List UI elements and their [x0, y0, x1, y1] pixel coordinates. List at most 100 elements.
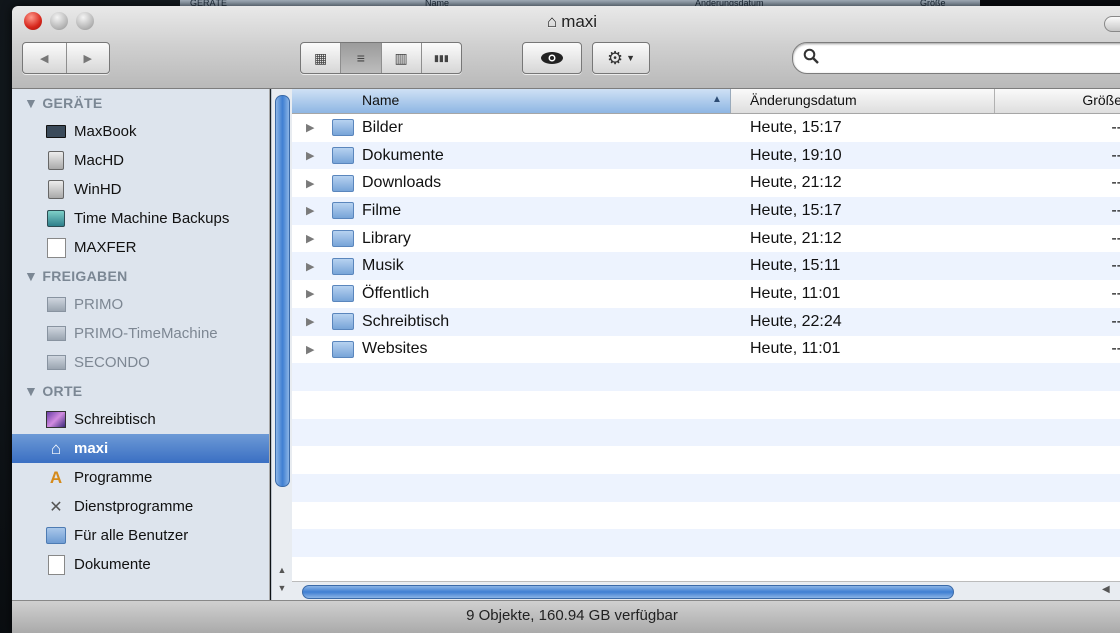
file-size: --	[1111, 118, 1120, 136]
sidebar-item-schreibtisch[interactable]: Schreibtisch	[12, 405, 269, 434]
disclosure-triangle-icon[interactable]: ▶	[306, 315, 314, 328]
table-row[interactable]: ▶ Library Heute, 21:12 --	[292, 225, 1120, 253]
sidebar-item-maxfer[interactable]: MAXFER	[12, 233, 269, 262]
title-bar[interactable]: ⌂ maxi ◀ ▶ ▦ ≡ ▥ ▮▮▮ ⚙ ▼	[12, 6, 1120, 89]
file-name: Öffentlich	[362, 284, 430, 302]
sidebar-item-maxi[interactable]: ⌂ maxi	[12, 434, 269, 463]
sidebar-item-label: WinHD	[74, 181, 122, 198]
view-mode-control: ▦ ≡ ▥ ▮▮▮	[300, 42, 462, 74]
sidebar-item-label: MAXFER	[74, 239, 137, 256]
sidebar-item-label: MaxBook	[74, 123, 137, 140]
column-header-date[interactable]: Änderungsdatum	[750, 92, 857, 108]
empty-row	[292, 557, 1120, 581]
forward-button[interactable]: ▶	[67, 43, 110, 73]
sidebar-item-winhd[interactable]: WinHD	[12, 175, 269, 204]
file-date: Heute, 15:17	[750, 118, 842, 136]
chevron-down-icon: ▼	[626, 53, 636, 63]
file-name: Bilder	[362, 118, 403, 136]
eye-icon	[523, 43, 581, 73]
time-machine-disk-icon	[47, 210, 65, 227]
home-icon: ⌂	[50, 438, 62, 458]
search-field[interactable]	[792, 42, 1120, 74]
file-name: Websites	[362, 340, 428, 358]
column-divider[interactable]	[994, 89, 995, 113]
scroll-down-arrow[interactable]: ▼	[272, 579, 292, 597]
disclosure-triangle-icon[interactable]: ▶	[306, 121, 314, 134]
table-row[interactable]: ▶ Websites Heute, 11:01 --	[292, 336, 1120, 364]
sidebar-item-fuer-alle-benutzer[interactable]: Für alle Benutzer	[12, 521, 269, 550]
sidebar-item-secondo[interactable]: SECONDO	[12, 348, 269, 377]
disclosure-triangle-icon[interactable]: ▶	[306, 177, 314, 190]
sidebar-item-primo-timemachine[interactable]: PRIMO-TimeMachine	[12, 319, 269, 348]
action-menu-button[interactable]: ⚙ ▼	[592, 42, 650, 74]
file-date: Heute, 15:17	[750, 201, 842, 219]
file-name: Musik	[362, 257, 404, 275]
disclosure-triangle-icon[interactable]: ▶	[306, 204, 314, 217]
sidebar-item-machd[interactable]: MacHD	[12, 146, 269, 175]
disclosure-triangle-icon[interactable]: ▶	[306, 232, 314, 245]
folder-icon	[332, 313, 354, 331]
disclosure-triangle-icon[interactable]: ▶	[306, 149, 314, 162]
scroll-left-arrow[interactable]: ◀	[1102, 584, 1120, 595]
folder-icon	[46, 527, 66, 544]
sidebar-item-maxbook[interactable]: MaxBook	[12, 117, 269, 146]
disclosure-triangle-icon[interactable]: ▶	[306, 287, 314, 300]
column-header-size[interactable]: Größe	[1082, 92, 1120, 108]
file-size: --	[1111, 146, 1120, 164]
table-row[interactable]: ▶ Dokumente Heute, 19:10 --	[292, 141, 1120, 170]
empty-row	[292, 391, 1120, 419]
disclosure-triangle-icon[interactable]: ▶	[306, 260, 314, 273]
folder-icon	[332, 202, 354, 220]
table-row[interactable]: ▶ Filme Heute, 15:17 --	[292, 197, 1120, 225]
empty-row	[292, 529, 1120, 557]
table-row[interactable]: ▶ Downloads Heute, 21:12 --	[292, 169, 1120, 197]
table-row[interactable]: ▶ Schreibtisch Heute, 22:24 --	[292, 307, 1120, 336]
table-row[interactable]: ▶ Musik Heute, 15:11 --	[292, 252, 1120, 281]
sidebar-item-dienstprogramme[interactable]: ✕ Dienstprogramme	[12, 492, 269, 521]
document-icon	[47, 554, 65, 575]
horizontal-scrollbar[interactable]: ◀	[292, 581, 1120, 601]
sidebar-section-orte[interactable]: ▼ ORTE	[12, 377, 269, 405]
file-size: --	[1111, 257, 1120, 275]
quick-look-button[interactable]	[522, 42, 582, 74]
disclosure-triangle-icon[interactable]: ▶	[306, 343, 314, 356]
column-view-button[interactable]: ▥	[382, 43, 422, 73]
file-size: --	[1111, 284, 1120, 302]
file-name: Schreibtisch	[362, 312, 450, 330]
empty-row	[292, 363, 1120, 391]
sidebar-item-time-machine-backups[interactable]: Time Machine Backups	[12, 204, 269, 233]
sidebar-section-freigaben[interactable]: ▼ FREIGABEN	[12, 262, 269, 290]
finder-window: ⌂ maxi ◀ ▶ ▦ ≡ ▥ ▮▮▮ ⚙ ▼ ▼ GERÄTE MaxBoo…	[12, 6, 1120, 633]
sidebar-scroll-thumb[interactable]	[275, 95, 290, 487]
table-row[interactable]: ▶ Öffentlich Heute, 11:01 --	[292, 280, 1120, 308]
sidebar-item-programme[interactable]: A Programme	[12, 463, 269, 492]
column-header-name[interactable]: Name ▲	[292, 89, 731, 113]
file-date: Heute, 22:24	[750, 312, 842, 330]
back-button[interactable]: ◀	[23, 43, 67, 73]
laptop-icon	[46, 125, 66, 138]
sidebar-item-label: Für alle Benutzer	[74, 527, 189, 544]
list-view-button[interactable]: ≡	[341, 43, 382, 73]
file-name: Dokumente	[362, 146, 444, 164]
sidebar-item-label: Dienstprogramme	[74, 498, 194, 515]
status-bar: 9 Objekte, 160.94 GB verfügbar	[12, 600, 1120, 633]
folder-icon	[332, 257, 354, 275]
sidebar-item-dokumente[interactable]: Dokumente	[12, 550, 269, 579]
file-rows: ▶ Bilder Heute, 15:17 -- ▶ Dokumente Heute, 1…	[292, 114, 1120, 581]
cover-flow-button[interactable]: ▮▮▮	[422, 43, 461, 73]
sidebar-item-primo[interactable]: PRIMO	[12, 290, 269, 319]
sidebar-section-geraete[interactable]: ▼ GERÄTE	[12, 89, 269, 117]
gear-icon: ⚙ ▼	[606, 47, 636, 68]
file-size: --	[1111, 174, 1120, 192]
file-name: Filme	[362, 201, 402, 219]
toolbar-toggle-button[interactable]	[1104, 16, 1120, 32]
back-forward-control: ◀ ▶	[22, 42, 110, 74]
icon-view-button[interactable]: ▦	[301, 43, 342, 73]
horizontal-scroll-thumb[interactable]	[302, 585, 954, 599]
utilities-icon: ✕	[49, 498, 63, 516]
table-row[interactable]: ▶ Bilder Heute, 15:17 --	[292, 114, 1120, 142]
external-disk-icon	[46, 237, 66, 258]
scroll-up-arrow[interactable]: ▲	[272, 561, 292, 579]
sidebar-scrollbar[interactable]: ▲ ▼	[271, 89, 292, 600]
sidebar-item-label: Schreibtisch	[74, 411, 156, 428]
